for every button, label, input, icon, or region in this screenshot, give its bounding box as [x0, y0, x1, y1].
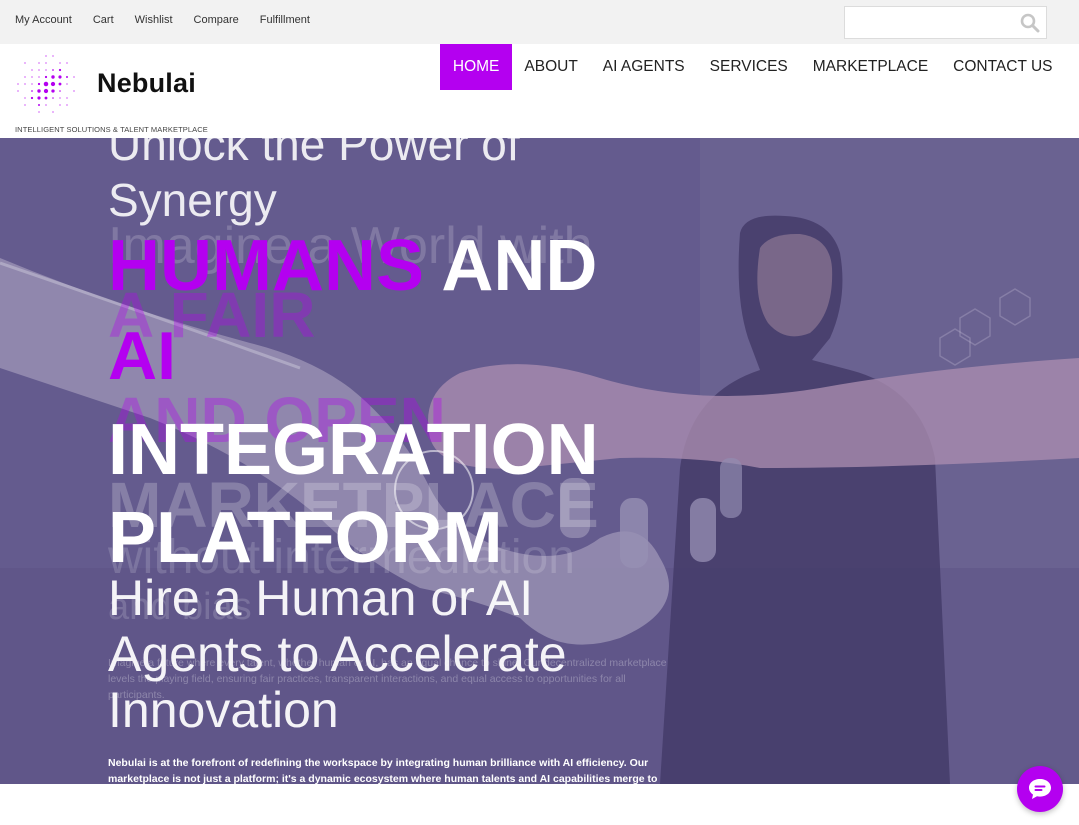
compare-link[interactable]: Compare	[194, 14, 239, 26]
account-links: My Account Cart Wishlist Compare Fulfill…	[15, 14, 331, 26]
hero-faint-paragraph: Imagine a future where every talent, whe…	[108, 657, 667, 701]
chat-widget-button[interactable]	[1017, 766, 1063, 812]
hero-intro-paragraph: Nebulai is at the forefront of redefinin…	[108, 757, 658, 784]
search-input[interactable]	[845, 7, 1015, 38]
search-box	[844, 6, 1047, 39]
hero-section: Unlock the Power of Synergy Imagine a Wo…	[0, 138, 1079, 784]
nav-home[interactable]: HOME	[440, 44, 512, 90]
nav-about[interactable]: ABOUT	[512, 44, 590, 90]
humans-word: HUMANS	[108, 226, 424, 306]
hero-humans-and-line: HUMANS AND	[108, 226, 597, 306]
utility-bar: My Account Cart Wishlist Compare Fulfill…	[0, 0, 1079, 44]
nav-services[interactable]: SERVICES	[697, 44, 800, 90]
nebula-logo-icon[interactable]	[14, 52, 78, 116]
hero-hire-subheading: Hire a Human or AI Agents to Accelerate …	[108, 570, 567, 738]
site-header: Nebulai INTELLIGENT SOLUTIONS & TALENT M…	[0, 44, 1079, 138]
hero-unlock-heading: Unlock the Power of Synergy	[108, 138, 520, 228]
nav-contact-us[interactable]: CONTACT US	[941, 44, 1065, 90]
cart-link[interactable]: Cart	[93, 14, 114, 26]
search-icon[interactable]	[1020, 13, 1040, 33]
hero-integration-word: INTEGRATION	[108, 410, 599, 490]
chat-bubble-icon	[1029, 779, 1051, 799]
nav-ai-agents[interactable]: AI AGENTS	[590, 44, 697, 90]
wishlist-link[interactable]: Wishlist	[135, 14, 173, 26]
hero-ai-word: AI	[108, 318, 176, 394]
and-word: AND	[441, 226, 598, 306]
my-account-link[interactable]: My Account	[15, 14, 72, 26]
unlock-line-1: Unlock the Power of	[108, 138, 520, 170]
fulfillment-link[interactable]: Fulfillment	[260, 14, 310, 26]
main-nav: HOME ABOUT AI AGENTS SERVICES MARKETPLAC…	[440, 44, 1065, 90]
brand-name[interactable]: Nebulai	[97, 68, 196, 99]
video-play-circle[interactable]	[394, 450, 474, 530]
brand-tagline: INTELLIGENT SOLUTIONS & TALENT MARKETPLA…	[15, 125, 208, 134]
nav-marketplace[interactable]: MARKETPLACE	[800, 44, 940, 90]
